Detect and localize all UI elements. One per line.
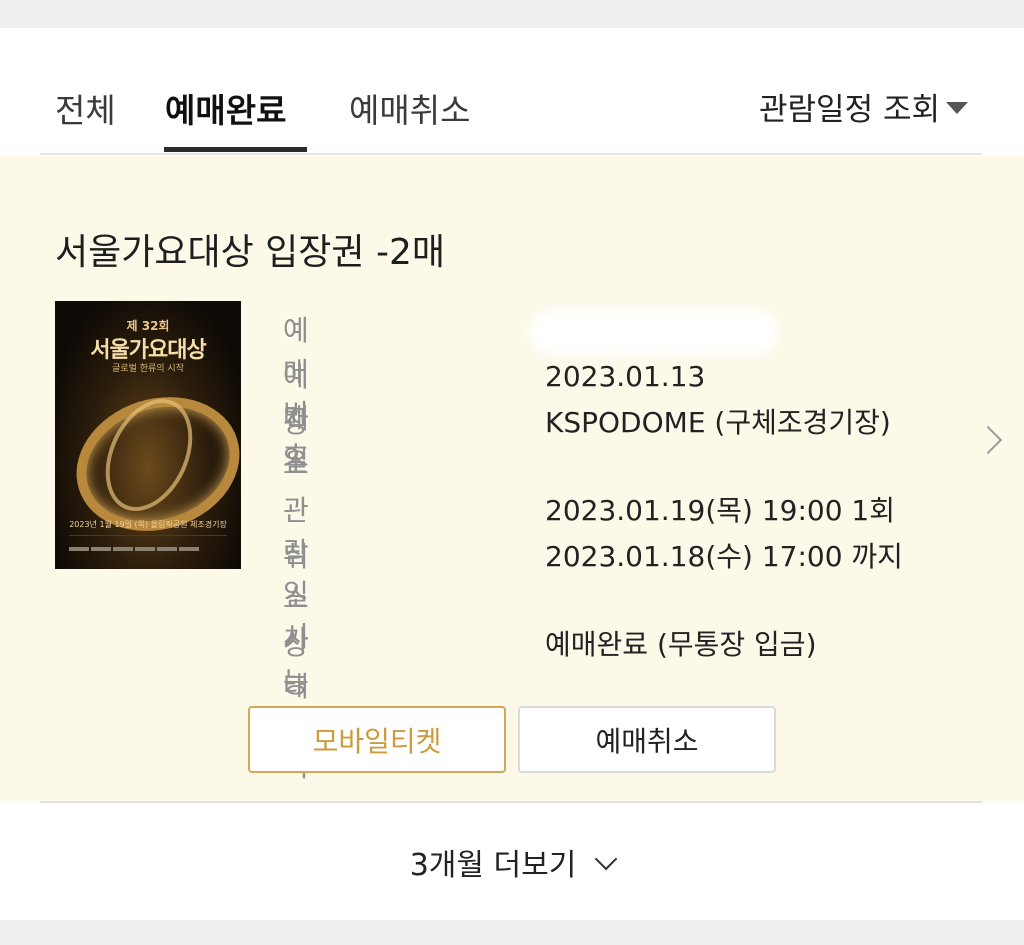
tab-completed[interactable]: 예매완료 — [165, 84, 286, 132]
load-more-label: 3개월 더보기 — [409, 848, 577, 883]
booking-panel: 전체 예매완료 예매취소 관람일정 조회 서울가요대상 입장권 -2매 제 32… — [0, 28, 1024, 920]
poster-title: 서울가요대상 — [90, 338, 206, 363]
schedule-filter-label: 관람일정 조회 — [759, 92, 940, 128]
active-tab-indicator — [164, 147, 307, 152]
detail-value: 예매완료 (무통장 입금) — [545, 628, 817, 661]
chevron-right-icon[interactable] — [973, 425, 1003, 455]
redacted-booking-number — [530, 310, 778, 354]
event-poster: 제 32회 서울가요대상 글로벌 한류의 시작 2023년 1월 19일 (목)… — [55, 301, 241, 569]
cancel-booking-button[interactable]: 예매취소 — [518, 706, 776, 773]
divider — [40, 801, 982, 803]
detail-label: 장소 — [283, 406, 309, 481]
detail-value: KSPODOME (구체조경기장) — [545, 406, 891, 439]
poster-sponsor-logos — [69, 535, 227, 560]
booking-card[interactable]: 서울가요대상 입장권 -2매 제 32회 서울가요대상 글로벌 한류의 시작 2… — [0, 156, 1024, 801]
detail-label: 상태 — [283, 628, 309, 703]
load-more-3-months[interactable]: 3개월 더보기 — [0, 840, 1024, 884]
chevron-down-icon — [594, 847, 618, 871]
detail-value: 2023.01.18(수) 17:00 까지 — [545, 540, 903, 573]
schedule-filter-dropdown[interactable]: 관람일정 조회 — [759, 84, 968, 129]
caret-down-icon — [946, 102, 968, 114]
tab-cancelled[interactable]: 예매취소 — [349, 84, 470, 132]
tab-all[interactable]: 전체 — [55, 84, 116, 132]
poster-subtitle: 글로벌 한류의 시작 — [112, 364, 184, 374]
booking-title: 서울가요대상 입장권 -2매 — [55, 232, 445, 273]
mobile-ticket-button[interactable]: 모바일티켓 — [248, 706, 506, 773]
detail-value: 2023.01.13 — [545, 360, 706, 393]
detail-value: 2023.01.19(목) 19:00 1회 — [545, 494, 895, 527]
poster-date: 2023년 1월 19일 (목) 올림픽공원 체조경기장 — [69, 520, 227, 529]
tab-bar: 전체 예매완료 예매취소 관람일정 조회 — [40, 28, 982, 155]
